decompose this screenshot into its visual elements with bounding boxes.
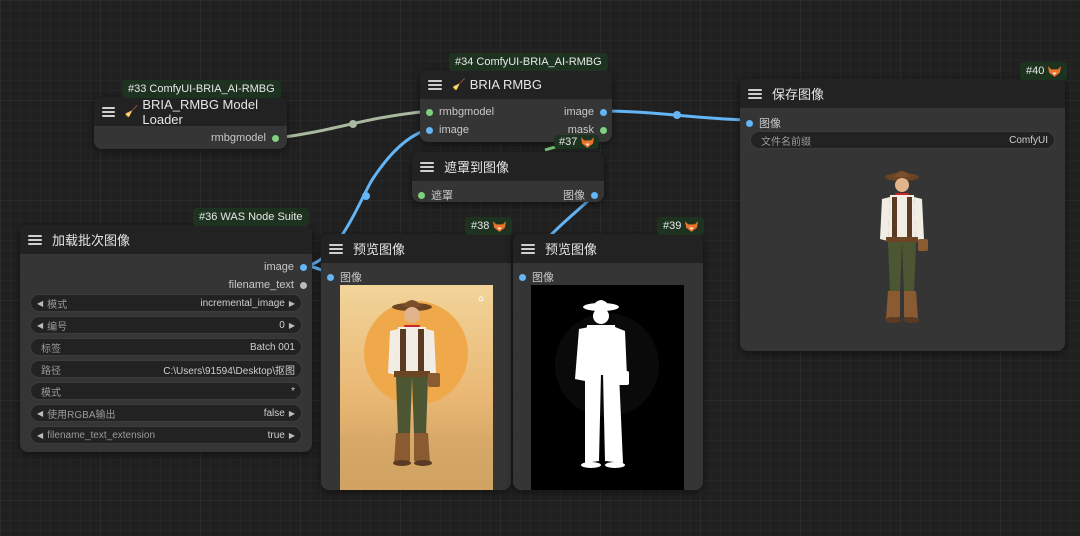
fox-icon	[493, 220, 507, 232]
output-slot-rmbgmodel[interactable]: rmbgmodel	[211, 132, 279, 144]
node-badge-40: #40	[1020, 62, 1068, 80]
node-bria-rmbg[interactable]: 🧹 BRIA RMBG rmbgmodel image image mask	[420, 70, 612, 142]
node-badge-37: #37	[554, 135, 600, 149]
node-badge-39: #39	[657, 217, 705, 235]
slot-dot[interactable]	[600, 108, 607, 116]
widget-filename-prefix[interactable]: 文件名前缀 ComfyUI	[750, 131, 1055, 149]
input-slot-mask[interactable]: 遮罩	[418, 187, 453, 203]
arrow-right-icon[interactable]: ▶	[289, 409, 295, 418]
node-header[interactable]: 加载批次图像	[20, 225, 312, 254]
slot-dot[interactable]	[591, 191, 598, 199]
menu-icon[interactable]	[428, 79, 442, 90]
widget-label[interactable]: 标签 Batch 001	[30, 338, 302, 356]
menu-icon[interactable]	[329, 243, 343, 254]
slot-dot[interactable]	[272, 134, 279, 142]
widget-path[interactable]: 路径 C:\Users\91594\Desktop\抠图	[30, 360, 302, 378]
node-preview-38[interactable]: 预览图像 图像 ⌂	[321, 234, 511, 490]
menu-icon[interactable]	[102, 106, 115, 117]
arrow-right-icon[interactable]: ▶	[289, 431, 295, 440]
node-header[interactable]: 预览图像	[513, 234, 703, 263]
arrow-left-icon[interactable]: ◀	[37, 299, 43, 308]
slot-dot[interactable]	[600, 126, 607, 134]
widget-index[interactable]: ◀ 编号 0 ▶	[30, 316, 302, 334]
arrow-left-icon[interactable]: ◀	[37, 431, 43, 440]
node-badge-36: #36 WAS Node Suite	[193, 208, 309, 226]
node-title: BRIA_RMBG Model Loader	[142, 96, 258, 127]
node-title: 加载批次图像	[52, 233, 131, 248]
output-slot-image[interactable]: 图像	[563, 187, 598, 203]
slot-dot[interactable]	[426, 126, 433, 134]
output-slot-image[interactable]: image	[264, 261, 307, 273]
input-slot-image[interactable]: 图像	[746, 115, 781, 131]
slot-dot[interactable]	[426, 108, 433, 116]
output-slot-filename-text[interactable]: filename_text	[229, 279, 307, 291]
arrow-left-icon[interactable]: ◀	[37, 409, 43, 418]
input-slot-image[interactable]: 图像	[327, 269, 362, 285]
node-badge-33: #33 ComfyUI-BRIA_AI-RMBG	[122, 80, 281, 98]
slot-dot[interactable]	[418, 191, 425, 199]
node-model-loader[interactable]: 🧹 BRIA_RMBG Model Loader rmbgmodel	[94, 97, 287, 149]
cowboy-cutout	[880, 171, 928, 323]
node-preview-39[interactable]: 预览图像 图像	[513, 234, 703, 490]
node-title: 预览图像	[353, 242, 406, 257]
saved-image-output	[860, 165, 950, 340]
node-load-batch-images[interactable]: 加载批次图像 image filename_text ◀ 模式 increment…	[20, 225, 312, 452]
broom-icon: 🧹	[452, 79, 466, 91]
slot-dot[interactable]	[519, 273, 526, 281]
node-title: BRIA RMBG	[469, 77, 542, 92]
preview-image-original: ⌂	[340, 285, 493, 490]
wire-rmbgmodel	[276, 109, 431, 140]
widget-mode[interactable]: ◀ 模式 incremental_image ▶	[30, 294, 302, 312]
widget-filename-extension[interactable]: ◀ filename_text_extension true ▶	[30, 426, 302, 444]
node-header[interactable]: 预览图像	[321, 234, 511, 263]
node-header[interactable]: 🧹 BRIA RMBG	[420, 70, 612, 99]
fox-icon	[581, 136, 595, 148]
arrow-right-icon[interactable]: ▶	[289, 299, 295, 308]
node-mask-to-image[interactable]: 遮罩到图像 遮罩 图像	[412, 152, 604, 202]
svg-text:⌂: ⌂	[478, 294, 484, 304]
input-slot-image[interactable]: image	[426, 124, 469, 136]
node-header[interactable]: 保存图像	[740, 79, 1065, 108]
slot-dot[interactable]	[327, 273, 334, 281]
menu-icon[interactable]	[521, 243, 535, 254]
node-title: 预览图像	[545, 242, 598, 257]
widget-pattern[interactable]: 模式 *	[30, 382, 302, 400]
node-title: 遮罩到图像	[444, 160, 510, 175]
output-slot-image[interactable]: image	[564, 106, 607, 118]
input-slot-rmbgmodel[interactable]: rmbgmodel	[426, 106, 494, 118]
slot-dot[interactable]	[300, 263, 307, 271]
slot-dot[interactable]	[300, 281, 307, 289]
node-header[interactable]: 🧹 BRIA_RMBG Model Loader	[94, 96, 287, 127]
fox-icon	[1048, 65, 1062, 77]
wire-rmbg-image-to-save-midpoint	[673, 111, 681, 119]
wire-rmbg-image-to-save	[603, 109, 748, 122]
input-slot-image[interactable]: 图像	[519, 269, 554, 285]
node-save-image[interactable]: 保存图像 图像 文件名前缀 ComfyUI	[740, 79, 1065, 351]
node-badge-38: #38	[465, 217, 513, 235]
node-title: 保存图像	[772, 87, 825, 102]
wire-rmbgmodel-midpoint	[349, 120, 357, 128]
menu-icon[interactable]	[420, 161, 434, 172]
widget-rgba-output[interactable]: ◀ 使用RGBA输出 false ▶	[30, 404, 302, 422]
arrow-right-icon[interactable]: ▶	[289, 321, 295, 330]
broom-icon: 🧹	[124, 106, 139, 118]
arrow-left-icon[interactable]: ◀	[37, 321, 43, 330]
slot-dot[interactable]	[746, 119, 753, 127]
node-header[interactable]: 遮罩到图像	[412, 152, 604, 181]
wire-image-to-rmbg-midpoint	[362, 192, 370, 200]
node-badge-34: #34 ComfyUI-BRIA_AI-RMBG	[449, 53, 608, 71]
preview-image-mask	[531, 285, 684, 490]
menu-icon[interactable]	[748, 88, 762, 99]
fox-icon	[685, 220, 699, 232]
menu-icon[interactable]	[28, 234, 42, 245]
